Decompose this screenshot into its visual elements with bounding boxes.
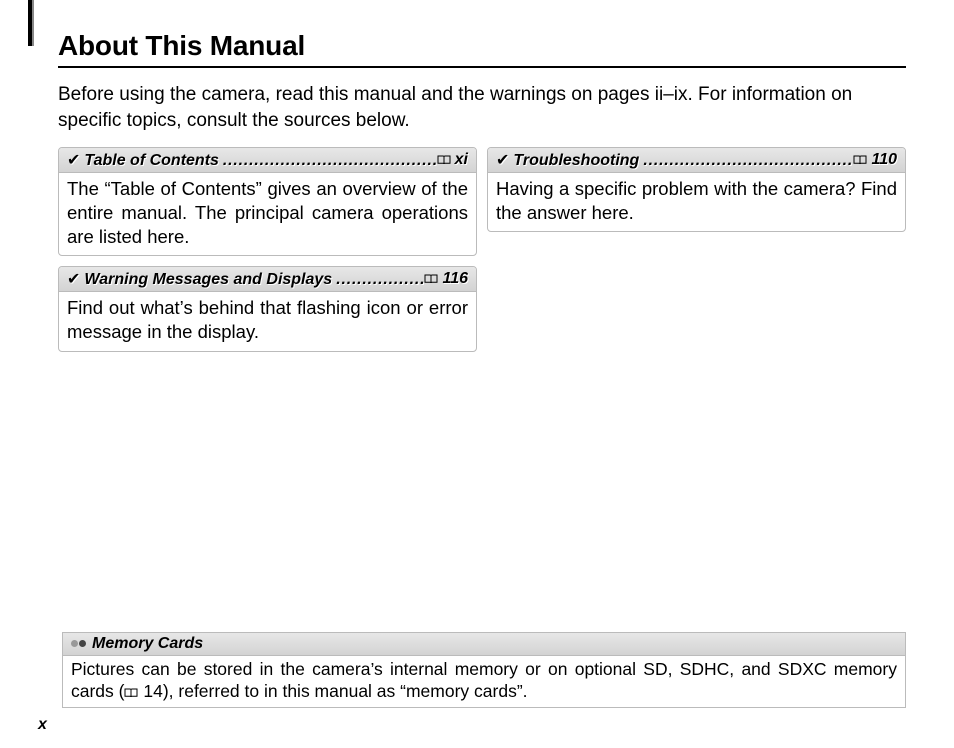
side-rule [28, 0, 34, 46]
note-title: Memory Cards [92, 635, 203, 653]
card-body: Having a specific problem with the camer… [488, 173, 905, 231]
leader-dots: ........................................… [219, 152, 437, 170]
card-troubleshooting: ✔ Troubleshooting ......................… [487, 147, 906, 232]
note-body-post: ), referred to in this manual as “memory… [163, 681, 528, 701]
card-heading: Warning Messages and Displays [84, 271, 332, 289]
card-header: ✔ Troubleshooting ......................… [488, 148, 905, 173]
card-header: ✔ Warning Messages and Displays ........… [59, 267, 476, 292]
note-body: Pictures can be stored in the camera’s i… [63, 656, 905, 708]
note-bullet-icon [71, 640, 86, 647]
card-table-of-contents: ✔ Table of Contents ....................… [58, 147, 477, 256]
page-number-ref: xi [455, 151, 468, 169]
card-heading: Troubleshooting [513, 152, 639, 170]
page-number-ref: 110 [871, 151, 897, 169]
book-icon [124, 688, 138, 698]
card-body: The “Table of Contents” gives an overvie… [59, 173, 476, 255]
card-body: Find out what’s behind that flashing ico… [59, 292, 476, 350]
card-warning-messages: ✔ Warning Messages and Displays ........… [58, 266, 477, 351]
page-reference: 116 [424, 270, 468, 288]
page-reference: 110 [853, 151, 897, 169]
page-title: About This Manual [58, 30, 906, 68]
book-icon [424, 274, 438, 284]
page-number: x [38, 716, 47, 734]
card-heading: Table of Contents [84, 152, 219, 170]
check-icon: ✔ [67, 150, 80, 170]
card-header: ✔ Table of Contents ....................… [59, 148, 476, 173]
page-number-ref: 116 [442, 270, 468, 288]
check-icon: ✔ [496, 150, 509, 170]
book-icon [437, 155, 451, 165]
note-page-ref: 14 [143, 681, 162, 701]
page-reference: xi [437, 151, 468, 169]
cards-grid: ✔ Table of Contents ....................… [58, 147, 906, 351]
note-header: Memory Cards [63, 633, 905, 656]
book-icon [853, 155, 867, 165]
intro-paragraph: Before using the camera, read this manua… [58, 82, 906, 133]
note-memory-cards: Memory Cards Pictures can be stored in t… [62, 632, 906, 709]
leader-dots: ........................................… [639, 152, 853, 170]
leader-dots: ........................................… [332, 271, 424, 289]
check-icon: ✔ [67, 269, 80, 289]
